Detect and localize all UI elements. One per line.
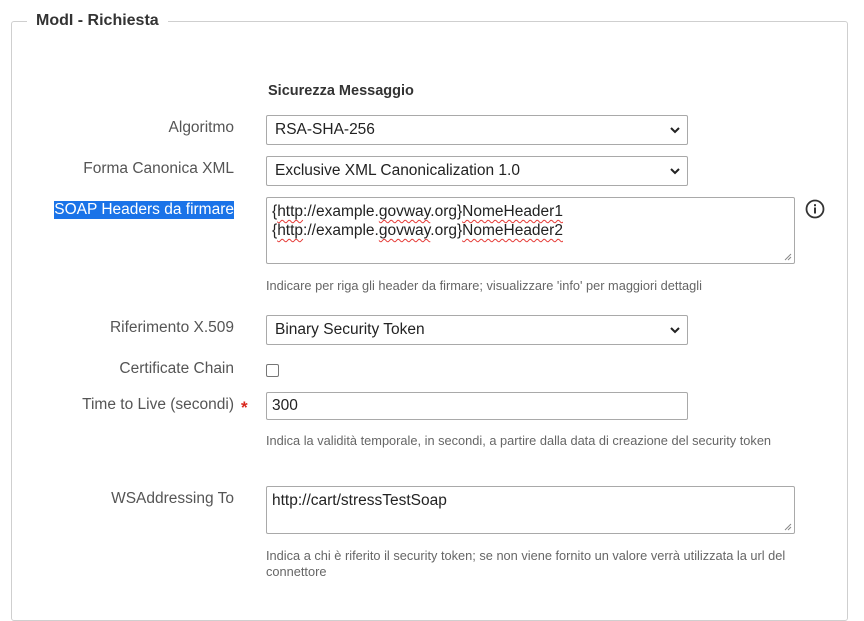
chevron-down-icon	[670, 327, 680, 334]
soap-headers-hint: Indicare per riga gli header da firmare;…	[266, 278, 702, 293]
fieldset-legend: ModI - Richiesta	[27, 10, 168, 32]
riferimento-select[interactable]: Binary Security Token	[266, 315, 688, 345]
riferimento-value: Binary Security Token	[275, 321, 425, 338]
ttl-value: 300	[272, 397, 298, 414]
certificate-chain-checkbox[interactable]	[266, 364, 279, 377]
soap-headers-line-2: {http://example.govway.org}NomeHeader2	[272, 222, 563, 239]
algoritmo-value: RSA-SHA-256	[275, 121, 375, 138]
wsaddressing-textarea[interactable]: http://cart/stressTestSoap	[266, 486, 795, 534]
wsaddressing-value: http://cart/stressTestSoap	[272, 492, 447, 509]
ttl-input[interactable]: 300	[266, 392, 688, 420]
algoritmo-label: Algoritmo	[168, 119, 234, 136]
riferimento-label: Riferimento X.509	[109, 319, 234, 336]
chevron-down-icon	[670, 168, 680, 175]
info-circle-icon[interactable]	[805, 199, 825, 219]
wsaddressing-hint: Indica a chi è riferito il security toke…	[266, 548, 786, 579]
wsaddressing-label: WSAddressing To	[111, 490, 234, 507]
required-marker: *	[241, 398, 248, 417]
chevron-down-icon	[670, 127, 680, 134]
resize-grip-icon[interactable]	[784, 253, 792, 261]
soap-headers-textarea[interactable]: {http://example.govway.org}NomeHeader1 {h…	[266, 197, 795, 264]
certificate-chain-label: Certificate Chain	[119, 360, 234, 377]
soap-headers-label: SOAP Headers da firmare	[54, 201, 234, 219]
ttl-label: Time to Live (secondi)	[82, 396, 234, 413]
section-title: Sicurezza Messaggio	[268, 83, 414, 99]
forma-canonica-value: Exclusive XML Canonicalization 1.0	[275, 162, 520, 179]
forma-canonica-select[interactable]: Exclusive XML Canonicalization 1.0	[266, 156, 688, 186]
algoritmo-select[interactable]: RSA-SHA-256	[266, 115, 688, 145]
forma-canonica-label: Forma Canonica XML	[83, 160, 234, 177]
resize-grip-icon[interactable]	[784, 523, 792, 531]
ttl-hint: Indica la validità temporale, in secondi…	[266, 433, 772, 448]
soap-headers-line-1: {http://example.govway.org}NomeHeader1	[272, 203, 563, 220]
